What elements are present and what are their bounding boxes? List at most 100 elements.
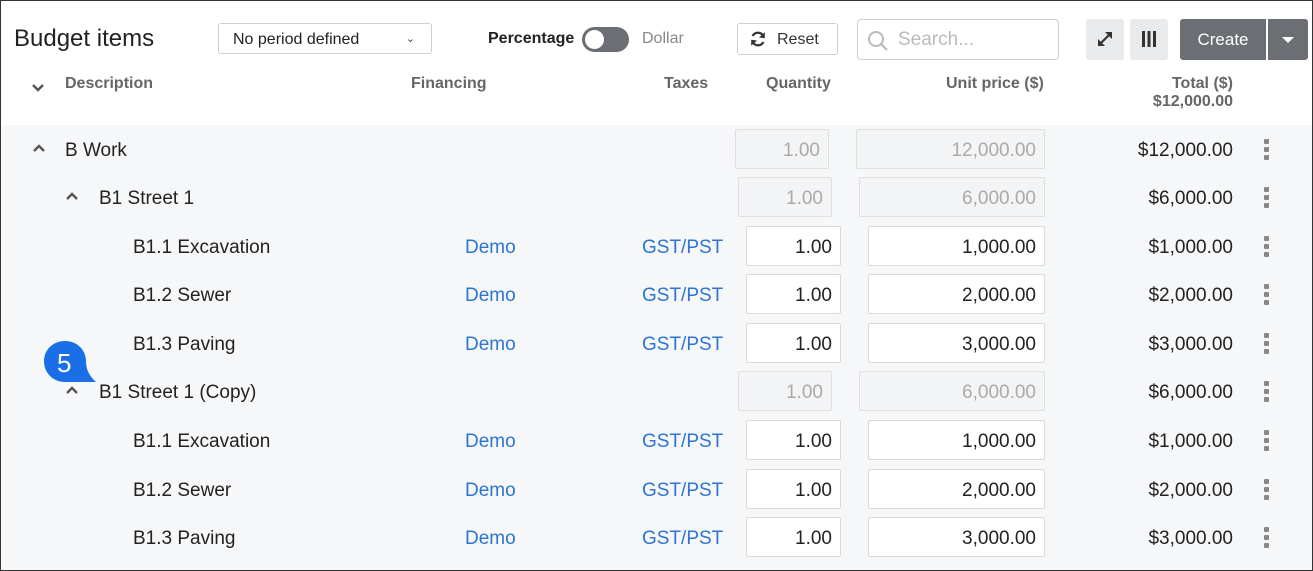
table-row[interactable]: B1.3 Paving Demo GST/PST 1.00 3,000.00 $… (1, 319, 1312, 367)
financing-link[interactable]: Demo (465, 237, 516, 259)
table-row[interactable]: B Work 1.00 12,000.00 $12,000.00 (1, 125, 1312, 173)
create-menu-button[interactable] (1268, 19, 1308, 60)
toggle-knob (585, 30, 604, 49)
row-total: $2,000.00 (1148, 480, 1233, 501)
unit-price-field[interactable]: 1,000.00 (868, 226, 1045, 266)
chevron-down-icon: ⌄ (405, 33, 415, 45)
search-box[interactable] (857, 19, 1059, 60)
reset-button[interactable]: Reset (737, 23, 838, 55)
unit-price-field[interactable]: 2,000.00 (868, 274, 1045, 314)
row-total: $3,000.00 (1148, 334, 1233, 355)
caret-down-icon (1282, 37, 1294, 43)
table-row[interactable]: B1 Street 1 (Copy) 1.00 6,000.00 $6,000.… (1, 367, 1312, 415)
dollar-label: Dollar (642, 30, 684, 47)
quantity-field: 1.00 (735, 129, 829, 169)
columns-icon (1142, 31, 1156, 47)
more-vertical-icon[interactable] (1264, 381, 1270, 403)
financing-link[interactable]: Demo (465, 480, 516, 502)
table-row[interactable]: B1.1 Excavation Demo GST/PST 1.00 1,000.… (1, 416, 1312, 464)
chevron-up-icon[interactable] (32, 143, 46, 153)
unit-price-field: 6,000.00 (859, 177, 1045, 217)
row-total: $12,000.00 (1137, 140, 1233, 161)
search-icon (868, 31, 888, 51)
column-header-description[interactable]: Description (65, 75, 153, 93)
step-badge-number: 5 (57, 348, 72, 378)
row-description: B1 Street 1 (Copy) (99, 382, 257, 403)
page-title: Budget items (14, 25, 155, 52)
table-row[interactable]: B1.1 Excavation Demo GST/PST 1.00 1,000.… (1, 222, 1312, 270)
refresh-icon (751, 31, 765, 47)
table-row[interactable]: B1 Street 1 1.00 6,000.00 $6,000.00 (1, 173, 1312, 221)
column-header-unit-price[interactable]: Unit price ($) (946, 75, 1044, 93)
column-header-quantity[interactable]: Quantity (766, 75, 831, 93)
budget-items-panel: Budget items No period defined ⌄ Percent… (0, 0, 1313, 571)
row-description: B1.1 Excavation (133, 431, 271, 452)
more-vertical-icon[interactable] (1264, 236, 1270, 258)
columns-button[interactable] (1130, 19, 1168, 60)
column-header-financing[interactable]: Financing (411, 75, 487, 93)
search-input[interactable] (898, 28, 1048, 52)
row-description: B Work (65, 140, 127, 161)
more-vertical-icon[interactable] (1264, 139, 1270, 161)
row-total: $6,000.00 (1148, 188, 1233, 209)
table-row[interactable]: B1.3 Paving Demo GST/PST 1.00 3,000.00 $… (1, 513, 1312, 561)
collapse-all-icon[interactable] (31, 83, 45, 93)
expand-button[interactable] (1086, 19, 1124, 60)
unit-price-field[interactable]: 3,000.00 (868, 323, 1045, 363)
unit-price-field[interactable]: 2,000.00 (868, 469, 1045, 509)
table-row[interactable]: B1.2 Sewer Demo GST/PST 1.00 2,000.00 $2… (1, 270, 1312, 318)
taxes-link[interactable]: GST/PST (642, 237, 723, 259)
more-vertical-icon[interactable] (1264, 284, 1270, 306)
quantity-field[interactable]: 1.00 (746, 420, 841, 460)
unit-price-field[interactable]: 3,000.00 (868, 517, 1045, 557)
taxes-link[interactable]: GST/PST (642, 528, 723, 550)
column-header-taxes[interactable]: Taxes (664, 75, 708, 93)
quantity-field: 1.00 (738, 177, 832, 217)
quantity-field[interactable]: 1.00 (746, 226, 841, 266)
quantity-field[interactable]: 1.00 (746, 517, 841, 557)
row-total: $1,000.00 (1148, 237, 1233, 258)
chevron-up-icon[interactable] (65, 191, 79, 201)
expand-icon (1098, 32, 1112, 46)
unit-price-field[interactable]: 1,000.00 (868, 420, 1045, 460)
row-description: B1.3 Paving (133, 334, 236, 355)
grand-total: $12,000.00 (1152, 93, 1233, 110)
taxes-link[interactable]: GST/PST (642, 431, 723, 453)
row-total: $2,000.00 (1148, 285, 1233, 306)
column-header-total[interactable]: Total ($) (1172, 75, 1233, 93)
quantity-field[interactable]: 1.00 (746, 323, 841, 363)
row-description: B1.2 Sewer (133, 285, 232, 306)
more-vertical-icon[interactable] (1264, 527, 1270, 549)
financing-link[interactable]: Demo (465, 334, 516, 356)
more-vertical-icon[interactable] (1264, 333, 1270, 355)
taxes-link[interactable]: GST/PST (642, 480, 723, 502)
more-vertical-icon[interactable] (1264, 187, 1270, 209)
unit-price-field: 12,000.00 (856, 129, 1045, 169)
more-vertical-icon[interactable] (1264, 430, 1270, 452)
row-description: B1.1 Excavation (133, 237, 271, 258)
reset-label: Reset (777, 31, 819, 48)
step-badge: 5 (43, 340, 97, 383)
percentage-label: Percentage (488, 30, 575, 47)
taxes-link[interactable]: GST/PST (642, 285, 723, 307)
table-row[interactable]: B1.2 Sewer Demo GST/PST 1.00 2,000.00 $2… (1, 465, 1312, 513)
row-total: $1,000.00 (1148, 431, 1233, 452)
financing-link[interactable]: Demo (465, 528, 516, 550)
create-button[interactable]: Create (1180, 19, 1266, 60)
row-total: $6,000.00 (1148, 382, 1233, 403)
row-total: $3,000.00 (1148, 528, 1233, 549)
row-description: B1 Street 1 (99, 188, 195, 209)
quantity-field[interactable]: 1.00 (746, 274, 841, 314)
more-vertical-icon[interactable] (1264, 479, 1270, 501)
unit-price-field: 6,000.00 (859, 371, 1045, 411)
chevron-up-icon[interactable] (65, 385, 79, 395)
period-select[interactable]: No period defined ⌄ (218, 23, 432, 54)
period-select-value: No period defined (233, 31, 360, 48)
quantity-field[interactable]: 1.00 (746, 469, 841, 509)
taxes-link[interactable]: GST/PST (642, 334, 723, 356)
quantity-field: 1.00 (738, 371, 832, 411)
financing-link[interactable]: Demo (465, 285, 516, 307)
row-description: B1.2 Sewer (133, 480, 232, 501)
percentage-dollar-toggle[interactable] (582, 27, 629, 52)
financing-link[interactable]: Demo (465, 431, 516, 453)
